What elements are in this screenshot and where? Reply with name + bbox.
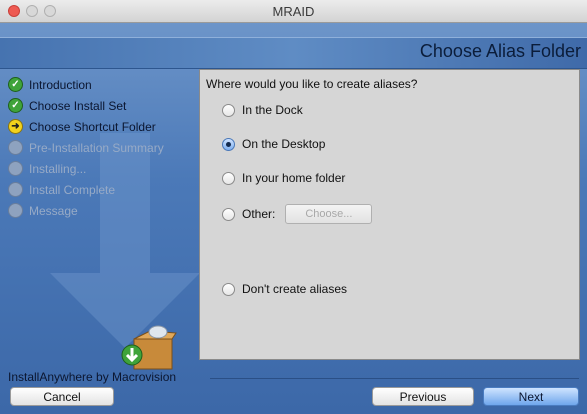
step-item: Message	[8, 200, 198, 221]
step-label: Introduction	[29, 77, 92, 92]
window-title: MRAID	[272, 4, 315, 19]
arrow-right-icon: ➜	[8, 119, 23, 134]
option-dock[interactable]: In the Dock	[222, 103, 303, 117]
installer-window: MRAID Choose Alias Folder ✓ Introduction…	[0, 0, 587, 414]
previous-button[interactable]: Previous	[372, 387, 474, 406]
step-label: Choose Install Set	[29, 98, 127, 113]
step-item: Install Complete	[8, 179, 198, 200]
step-item-current: ➜ Choose Shortcut Folder	[8, 116, 198, 137]
alias-options-panel: Where would you like to create aliases? …	[199, 69, 580, 360]
radio-button[interactable]	[222, 171, 235, 185]
step-label: Installing...	[29, 161, 87, 176]
radio-button[interactable]	[222, 103, 235, 117]
brand-row: InstallAnywhere by Macrovision	[0, 370, 587, 386]
option-label: Other:	[242, 207, 276, 221]
radio-button[interactable]	[222, 282, 235, 296]
step-header: Choose Alias Folder	[0, 37, 587, 69]
steps-list: ✓ Introduction ✓ Choose Install Set ➜ Ch…	[8, 74, 198, 221]
step-item: Installing...	[8, 158, 198, 179]
step-title: Choose Alias Folder	[419, 41, 581, 61]
option-home-folder[interactable]: In your home folder	[222, 171, 345, 185]
radio-button[interactable]	[222, 207, 235, 221]
step-item: Pre-Installation Summary	[8, 137, 198, 158]
checkmark-icon: ✓	[8, 98, 23, 113]
installer-box-icon	[121, 325, 177, 370]
step-label: Pre-Installation Summary	[29, 140, 164, 155]
brand-label: InstallAnywhere by Macrovision	[8, 370, 177, 384]
cancel-button[interactable]: Cancel	[10, 387, 114, 406]
step-item: ✓ Introduction	[8, 74, 198, 95]
option-no-aliases[interactable]: Don't create aliases	[222, 282, 347, 296]
option-label: In the Dock	[242, 103, 303, 117]
installer-content: Choose Alias Folder ✓ Introduction ✓ Cho…	[0, 23, 587, 414]
divider	[210, 378, 579, 379]
option-label: Don't create aliases	[242, 282, 348, 296]
option-desktop[interactable]: On the Desktop	[222, 137, 325, 151]
title-bar: MRAID	[0, 0, 587, 23]
pending-circle-icon	[8, 140, 23, 155]
step-label: Install Complete	[29, 182, 116, 197]
pending-circle-icon	[8, 203, 23, 218]
step-label: Choose Shortcut Folder	[29, 119, 156, 134]
choose-folder-button[interactable]: Choose...	[285, 204, 373, 224]
option-other[interactable]: Other: Choose...	[222, 204, 373, 224]
next-button[interactable]: Next	[483, 387, 579, 406]
pending-circle-icon	[8, 182, 23, 197]
step-item: ✓ Choose Install Set	[8, 95, 198, 116]
question-label: Where would you like to create aliases?	[206, 77, 418, 91]
step-label: Message	[29, 203, 78, 218]
option-label: On the Desktop	[242, 137, 326, 151]
checkmark-icon: ✓	[8, 77, 23, 92]
option-label: In your home folder	[242, 171, 346, 185]
pending-circle-icon	[8, 161, 23, 176]
radio-button-selected[interactable]	[222, 137, 235, 151]
